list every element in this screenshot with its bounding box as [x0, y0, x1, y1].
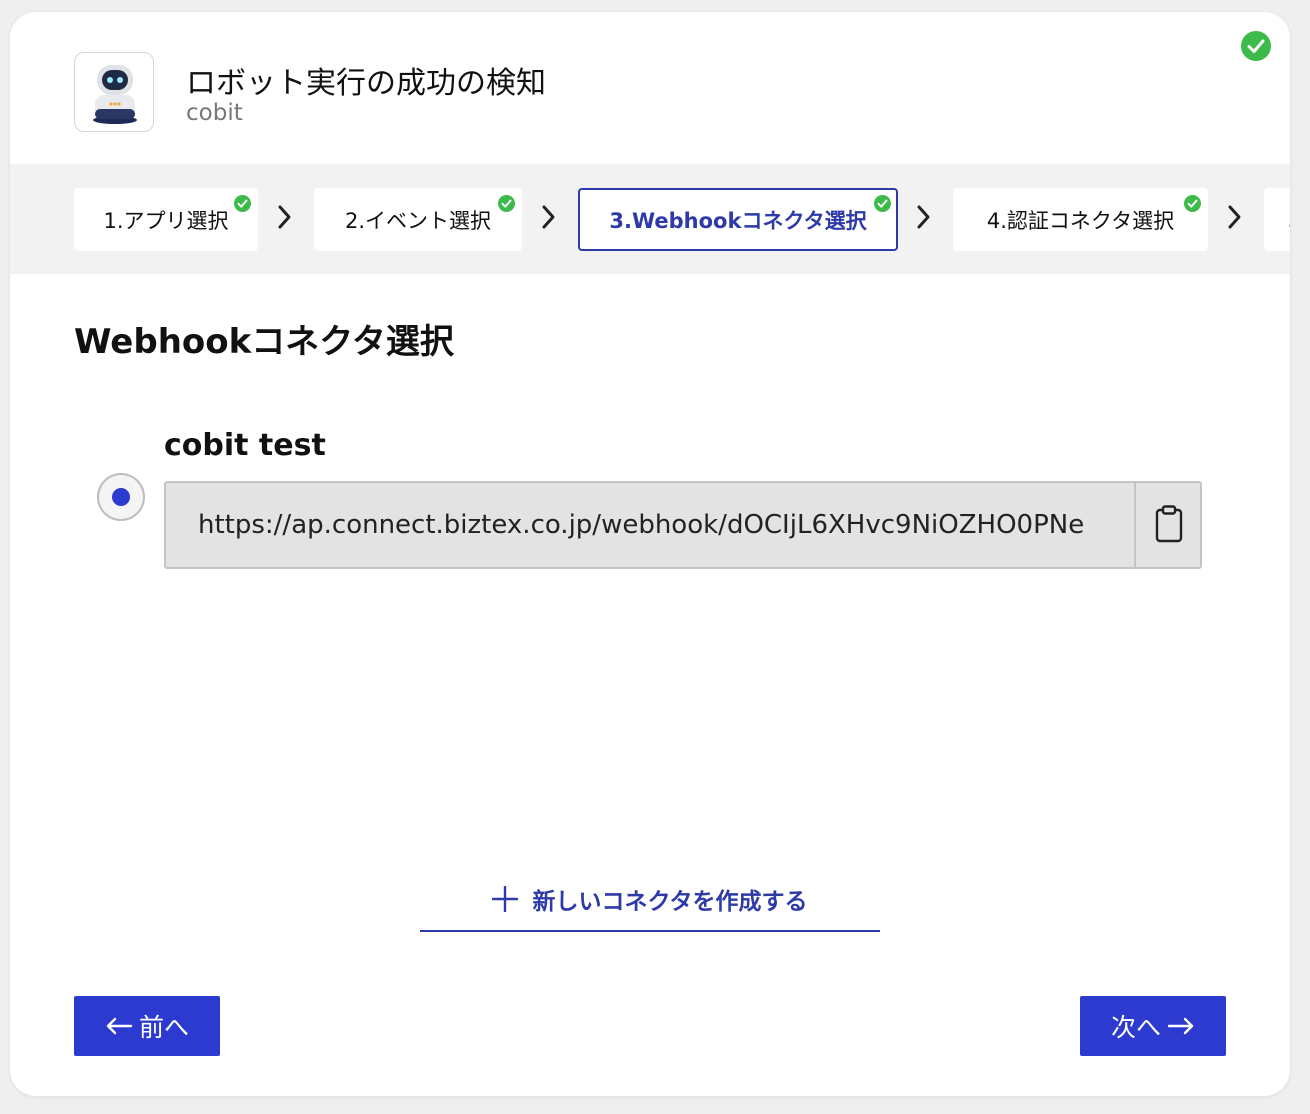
arrow-right-icon — [1167, 1017, 1194, 1035]
step-5[interactable]: 5 — [1264, 188, 1290, 251]
webhook-url-value[interactable]: https://ap.connect.biztex.co.jp/webhook/… — [198, 483, 1104, 567]
copy-url-button[interactable] — [1134, 483, 1200, 567]
step-webhook-connector-select[interactable]: 3.Webhookコネクタ選択 — [578, 188, 898, 251]
chevron-right-icon — [542, 205, 555, 229]
radio-selected-dot — [112, 488, 130, 506]
step-label: 5 — [1288, 208, 1290, 232]
webhook-url-field[interactable]: https://ap.connect.biztex.co.jp/webhook/… — [164, 481, 1202, 569]
connector-setup-card: ロボット実行の成功の検知 cobit 1.アプリ選択 2.イベント選択 3.We… — [10, 12, 1290, 1096]
connector-radio[interactable] — [97, 473, 145, 521]
page-header: ロボット実行の成功の検知 cobit — [10, 12, 1290, 164]
create-connector-button[interactable]: 新しいコネクタを作成する — [420, 867, 880, 932]
check-circle-icon — [1184, 195, 1201, 212]
step-label: 2.イベント選択 — [344, 208, 492, 233]
step-label: 3.Webhookコネクタ選択 — [609, 208, 867, 233]
prev-button[interactable]: 前へ — [74, 996, 220, 1056]
clipboard-icon — [1155, 505, 1183, 543]
check-circle-icon — [234, 195, 251, 212]
check-circle-icon — [1241, 31, 1271, 61]
connector-name: cobit test — [164, 428, 326, 463]
step-event-select[interactable]: 2.イベント選択 — [314, 188, 522, 251]
step-indicator: 1.アプリ選択 2.イベント選択 3.Webhookコネクタ選択 4.認証コネク… — [10, 164, 1290, 274]
app-name: cobit — [186, 100, 243, 126]
step-label: 4.認証コネクタ選択 — [986, 208, 1175, 233]
check-circle-icon — [874, 195, 891, 212]
next-button[interactable]: 次へ — [1080, 996, 1226, 1056]
chevron-right-icon — [278, 205, 291, 229]
step-label: 1.アプリ選択 — [103, 208, 229, 233]
arrow-left-icon — [106, 1017, 133, 1035]
chevron-right-icon — [917, 205, 930, 229]
robot-icon — [93, 65, 137, 124]
check-circle-icon — [498, 195, 515, 212]
prev-button-label: 前へ — [138, 1013, 189, 1042]
step-app-select[interactable]: 1.アプリ選択 — [74, 188, 258, 251]
next-button-label: 次へ — [1110, 1013, 1161, 1042]
section-title: Webhookコネクタ選択 — [74, 322, 454, 362]
step-auth-connector-select[interactable]: 4.認証コネクタ選択 — [953, 188, 1208, 251]
create-connector-label: 新しいコネクタを作成する — [532, 888, 808, 915]
plus-icon — [492, 885, 519, 912]
page-title: ロボット実行の成功の検知 — [186, 66, 546, 101]
app-icon — [74, 52, 154, 132]
chevron-right-icon — [1228, 205, 1241, 229]
